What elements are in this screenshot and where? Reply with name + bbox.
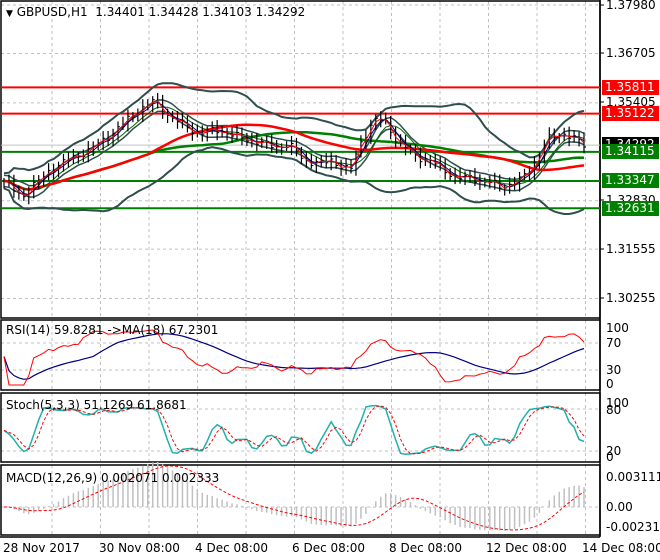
price-tick: 1.31555 (606, 242, 656, 256)
time-tick: 4 Dec 08:00 (195, 541, 269, 555)
stoch-title: Stoch(5,3,3) 51.1269 61.8681 (6, 398, 187, 412)
macd-tick: -0.002312 (606, 520, 660, 534)
dropdown-triangle-icon[interactable]: ▼ (6, 9, 13, 19)
time-tick: 6 Dec 08:00 (292, 541, 366, 555)
level-tag: 1.35811 (602, 80, 659, 95)
inner-lower-band-line (3, 110, 585, 198)
price-tick: 1.37980 (606, 0, 656, 12)
time-tick: 14 Dec 08:00 (582, 541, 660, 555)
ohlc-high: 1.34428 (148, 5, 199, 19)
rsi-tick: 70 (606, 336, 622, 350)
level-tag: 1.32631 (602, 201, 659, 216)
time-tick: 12 Dec 08:00 (486, 541, 567, 555)
price-tick: 1.36705 (606, 46, 656, 60)
rsi-tick: 100 (606, 321, 629, 335)
symbol-timeframe: GBPUSD,H1 (16, 5, 88, 19)
rsi-tick: 0 (606, 377, 614, 391)
ohlc-low: 1.34103 (202, 5, 252, 19)
time-tick: 8 Dec 08:00 (389, 541, 463, 555)
level-tag: 1.35122 (602, 106, 659, 121)
rsi-tick: 30 (606, 363, 622, 377)
macd-tick: 0.00 (606, 500, 633, 514)
time-tick: 30 Nov 08:00 (99, 541, 180, 555)
price-tick: 1.30255 (606, 291, 656, 305)
rsi-title: RSI(14) 59.8281 ->MA(18) 67.2301 (6, 323, 219, 337)
ohlc-open: 1.34401 (95, 5, 145, 19)
level-tag: 1.34115 (602, 144, 659, 159)
time-tick: 28 Nov 2017 (3, 541, 80, 555)
level-tag: 1.33347 (602, 173, 659, 188)
macd-title: MACD(12,26,9) 0.002071 0.002333 (6, 471, 220, 485)
chart-header: ▼ GBPUSD,H1 1.34401 1.34428 1.34103 1.34… (6, 5, 305, 21)
ohlc-close: 1.34292 (255, 5, 306, 19)
stoch-tick: 80 (606, 403, 622, 417)
stoch-tick: 0 (606, 450, 614, 464)
macd-tick: 0.003111 (606, 470, 660, 484)
